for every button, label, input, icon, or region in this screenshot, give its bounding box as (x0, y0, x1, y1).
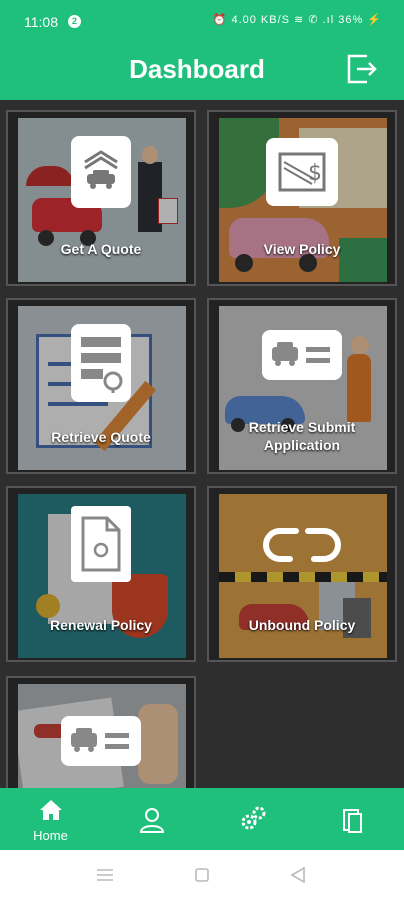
nav-documents[interactable] (303, 788, 404, 850)
gears-icon (241, 806, 266, 830)
tile-label: Unbound Policy (248, 617, 356, 633)
broken-link-icon (260, 520, 344, 570)
status-bar: 11:08 2 ⏰ 4.00 KB/S ≋ ✆ .ıl 36% ⚡ (0, 0, 404, 44)
tile-label: View Policy (263, 241, 341, 257)
tile-view-policy[interactable]: $ View Policy (207, 110, 397, 286)
nav-profile[interactable] (101, 788, 202, 850)
policy-document-icon: $ (266, 138, 338, 206)
tile-get-a-quote[interactable]: Get A Quote (6, 110, 196, 286)
car-shield-icon (71, 136, 131, 208)
user-icon (139, 808, 165, 833)
dashboard-grid: Get A Quote $ View Policy Retrieve Quote… (0, 100, 404, 788)
back-icon[interactable] (290, 867, 306, 883)
page-title: Dashboard (129, 54, 265, 84)
document-list-icon (71, 324, 131, 402)
tile-label: Retrieve Quote (51, 429, 151, 445)
tile-retrieve-submit-application[interactable]: Retrieve Submit Application (207, 298, 397, 474)
tile-retrieve-quote[interactable]: Retrieve Quote (6, 298, 196, 474)
tile-car-policy[interactable] (6, 676, 196, 788)
car-card-icon (262, 330, 342, 380)
square-home-icon[interactable] (195, 868, 209, 882)
status-icons: ⏰ 4.00 KB/S ≋ ✆ .ıl 36% ⚡ (212, 14, 382, 26)
tile-renewal-policy[interactable]: Renewal Policy (6, 486, 196, 662)
bottom-navigation: Home (0, 788, 404, 850)
pdf-document-icon (71, 506, 131, 582)
tile-label: Renewal Policy (50, 617, 152, 633)
tile-label: Retrieve Submit Application (248, 419, 356, 453)
nav-home[interactable]: Home (0, 788, 101, 850)
home-icon (40, 800, 62, 820)
svg-text:$: $ (308, 161, 322, 186)
logout-icon[interactable] (345, 52, 377, 86)
car-card-icon (61, 716, 141, 766)
notification-count-badge: 2 (68, 15, 81, 28)
documents-icon (343, 809, 362, 833)
status-time: 11:08 (24, 14, 58, 30)
nav-settings[interactable] (202, 788, 303, 850)
app-bar: Dashboard (0, 44, 404, 100)
system-navigation-bar (0, 850, 404, 900)
tile-label: Get A Quote (60, 241, 142, 257)
nav-home-label: Home (33, 828, 68, 843)
menu-icon[interactable] (96, 868, 114, 882)
tile-unbound-policy[interactable]: Unbound Policy (207, 486, 397, 662)
